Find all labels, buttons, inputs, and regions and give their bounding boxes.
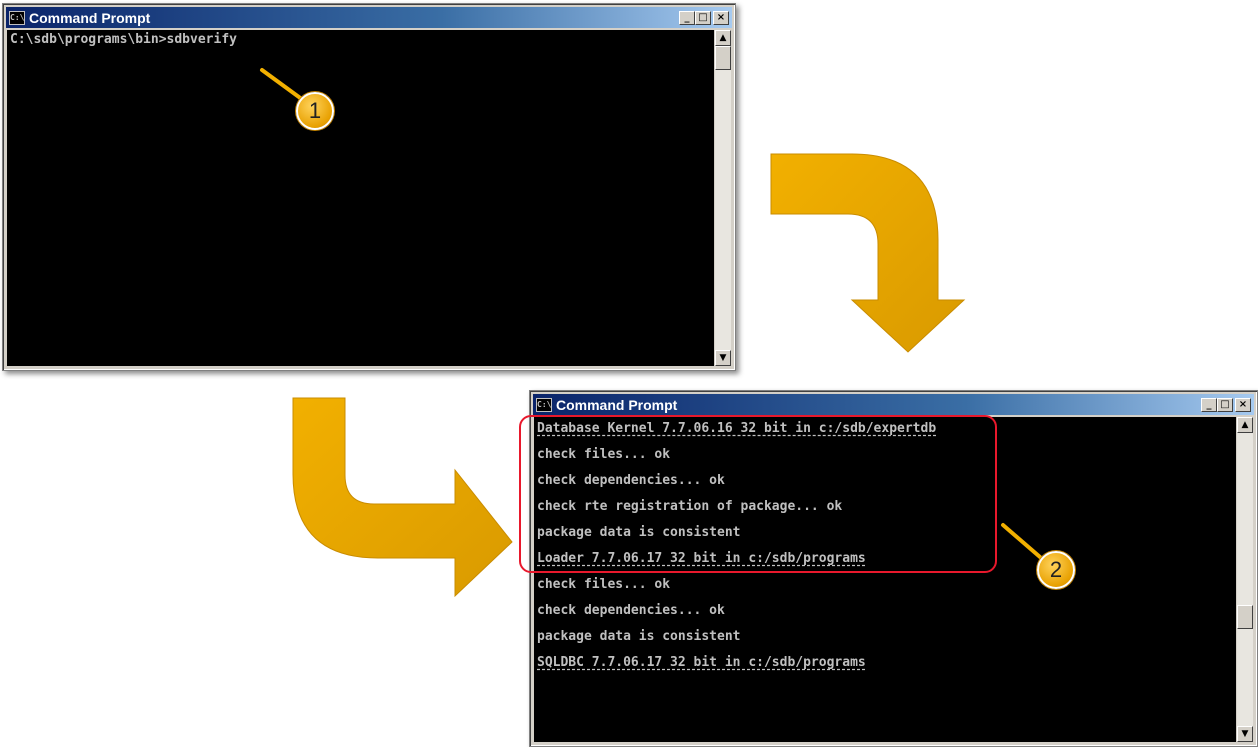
step-1-badge: 1 — [296, 92, 334, 130]
step-2-badge: 2 — [1037, 551, 1075, 589]
callout-leader — [260, 68, 305, 102]
curved-arrow — [292, 397, 513, 598]
arrow-overlay — [260, 68, 1042, 598]
callout-leader — [1001, 523, 1042, 559]
curved-arrow — [770, 153, 966, 353]
